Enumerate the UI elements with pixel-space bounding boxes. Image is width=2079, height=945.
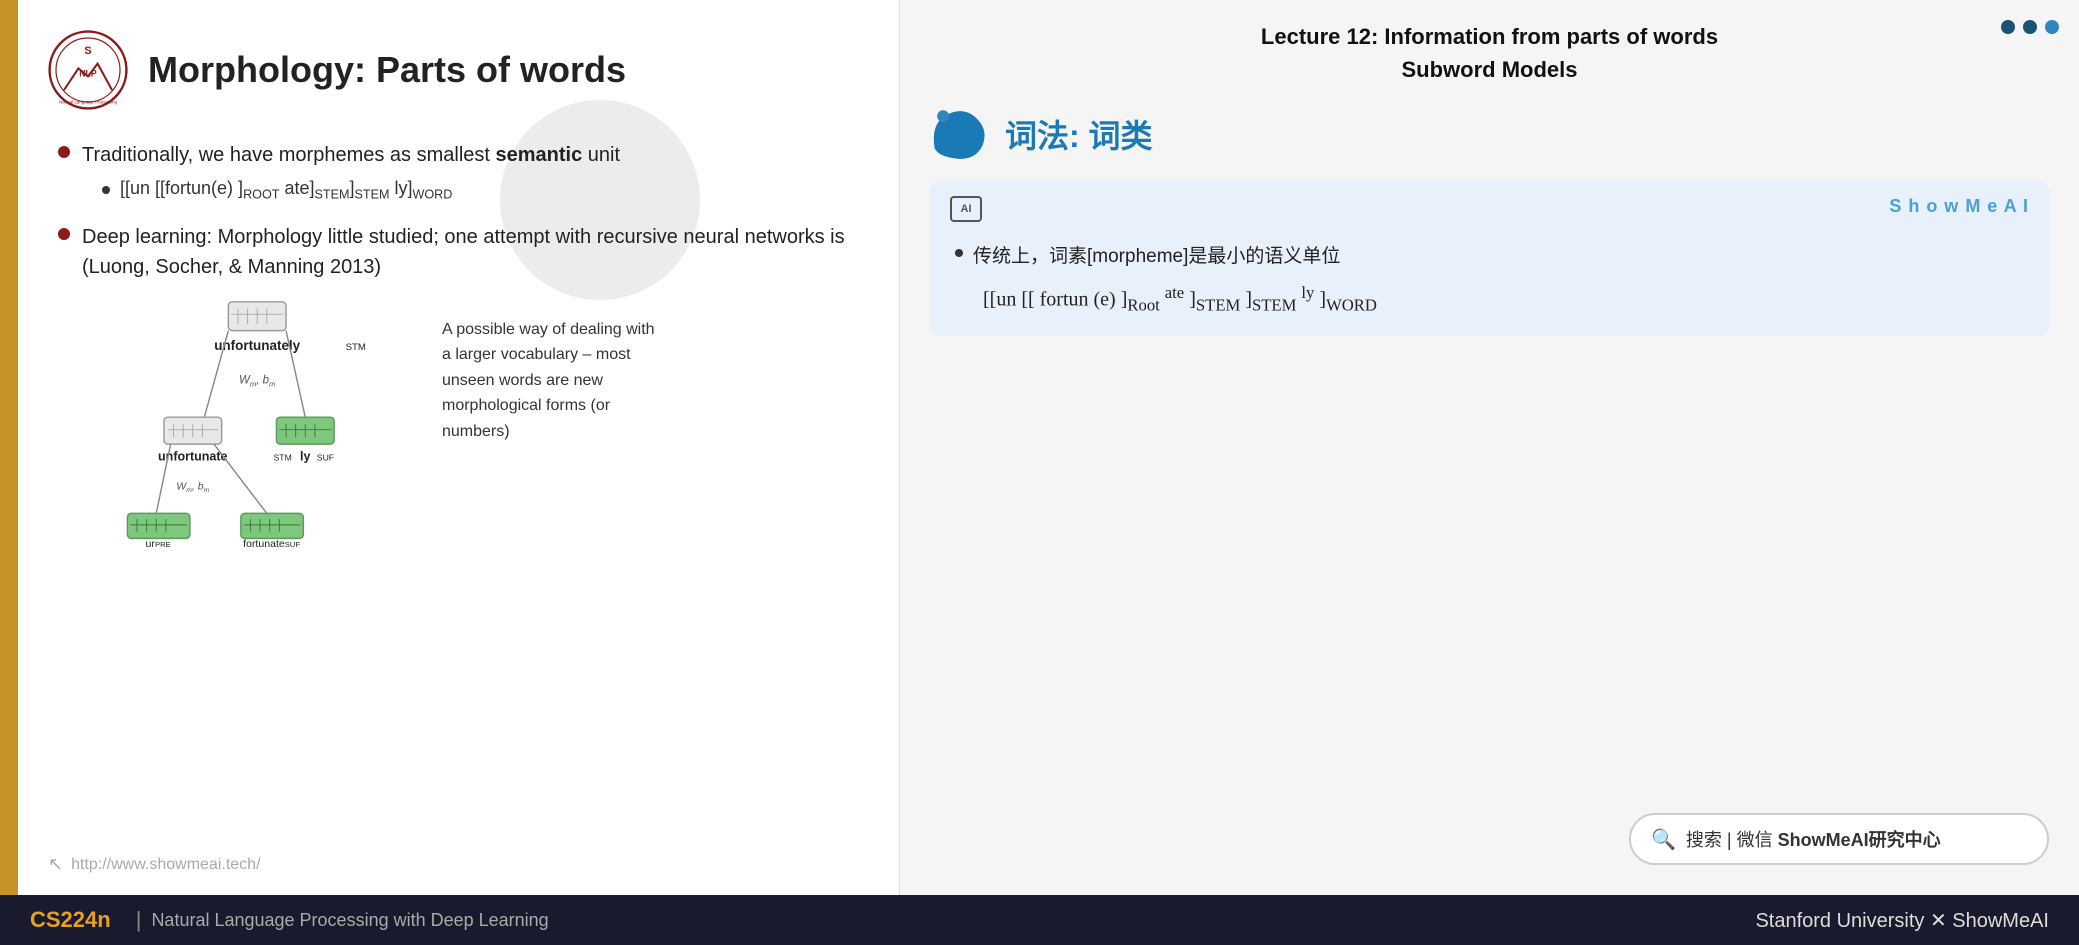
bullet-dot-1: [58, 146, 70, 158]
svg-text:SUF: SUF: [317, 452, 334, 462]
svg-text:STM: STM: [274, 452, 292, 462]
slide-title: Morphology: Parts of words: [148, 49, 626, 91]
slide-bullets: Traditionally, we have morphemes as smal…: [58, 140, 869, 547]
slide-panel: S NLP Natural Language Processing Morpho…: [0, 0, 900, 895]
svg-text:Wm, bm: Wm, bm: [176, 480, 209, 494]
sub-bullet-dot: [102, 186, 110, 194]
nav-dot-1[interactable]: [2001, 20, 2015, 34]
cursor-icon: ↖: [48, 854, 63, 875]
cs224n-label: CS224n: [30, 907, 111, 933]
slide-content: S NLP Natural Language Processing Morpho…: [18, 0, 899, 895]
svg-text:ly: ly: [300, 449, 310, 463]
slide-url: ↖ http://www.showmeai.tech/: [48, 854, 261, 875]
translation-bullet-dot: [955, 249, 963, 257]
chinese-section-header: 词法: 词类: [930, 106, 2049, 161]
showmeai-brand: S h o w M e A I: [1889, 196, 2029, 217]
translation-text: 传统上，词素[morpheme]是最小的语义单位: [973, 241, 1340, 268]
bullet-item-2: Deep learning: Morphology little studied…: [58, 222, 869, 547]
search-text: 搜索 | 微信 ShowMeAI研究中心: [1686, 826, 1941, 852]
bullet-text-1: Traditionally, we have morphemes as smal…: [82, 140, 620, 170]
diagram-caption: A possible way of dealing with a larger …: [442, 297, 662, 445]
search-bar[interactable]: 🔍 搜索 | 微信 ShowMeAI研究中心: [1629, 813, 2049, 865]
bullet-item-1: Traditionally, we have morphemes as smal…: [58, 140, 869, 202]
right-panel: Lecture 12: Information from parts of wo…: [900, 0, 2079, 895]
bottom-divider: |: [136, 907, 142, 933]
formula-line: [[un [[ fortun (e) ]Root ate ]STEM ]STEM…: [983, 283, 2024, 316]
bottom-subtitle: Natural Language Processing with Deep Le…: [151, 910, 548, 931]
nav-dot-2[interactable]: [2023, 20, 2037, 34]
svg-text:Wm, bm: Wm, bm: [239, 374, 276, 388]
bullet-text-2: Deep learning: Morphology little studied…: [82, 222, 869, 282]
chinese-title: 词法: 词类: [1005, 111, 1153, 157]
stanford-logo: S NLP Natural Language Processing: [48, 30, 128, 110]
nav-dots: [2001, 20, 2059, 34]
search-icon: 🔍: [1651, 827, 1676, 852]
svg-text:fortunateSUF: fortunateSUF: [243, 538, 300, 547]
sub-bullet-text: [[un [[fortun(e) ]ROOT ate]STEM]STEM ly]…: [120, 178, 452, 202]
svg-text:Natural Language Processing: Natural Language Processing: [59, 100, 117, 105]
ai-icon: AI: [950, 196, 982, 222]
section-blob-icon: [930, 106, 990, 161]
slide-header: S NLP Natural Language Processing Morpho…: [48, 30, 869, 110]
bottom-right: Stanford University ✕ ShowMeAI: [1755, 908, 2049, 933]
slide-left-bar: [0, 0, 18, 895]
bullet-dot-2: [58, 228, 70, 240]
lecture-header: Lecture 12: Information from parts of wo…: [930, 20, 2049, 86]
svg-text:urPRE: urPRE: [146, 538, 171, 547]
translation-bullet: 传统上，词素[morpheme]是最小的语义单位: [955, 241, 2024, 268]
svg-text:STM: STM: [346, 341, 366, 352]
nn-diagram: unfortunately STM Wm, bm: [112, 297, 412, 547]
sub-bullet-1: [[un [[fortun(e) ]ROOT ate]STEM]STEM ly]…: [102, 178, 620, 202]
bottom-bar: CS224n | Natural Language Processing wit…: [0, 895, 2079, 945]
nav-dot-3[interactable]: [2045, 20, 2059, 34]
svg-text:S: S: [84, 45, 92, 57]
translation-box: AI S h o w M e A I 传统上，词素[morpheme]是最小的语…: [930, 181, 2049, 336]
diagram-area: unfortunately STM Wm, bm: [112, 297, 869, 547]
